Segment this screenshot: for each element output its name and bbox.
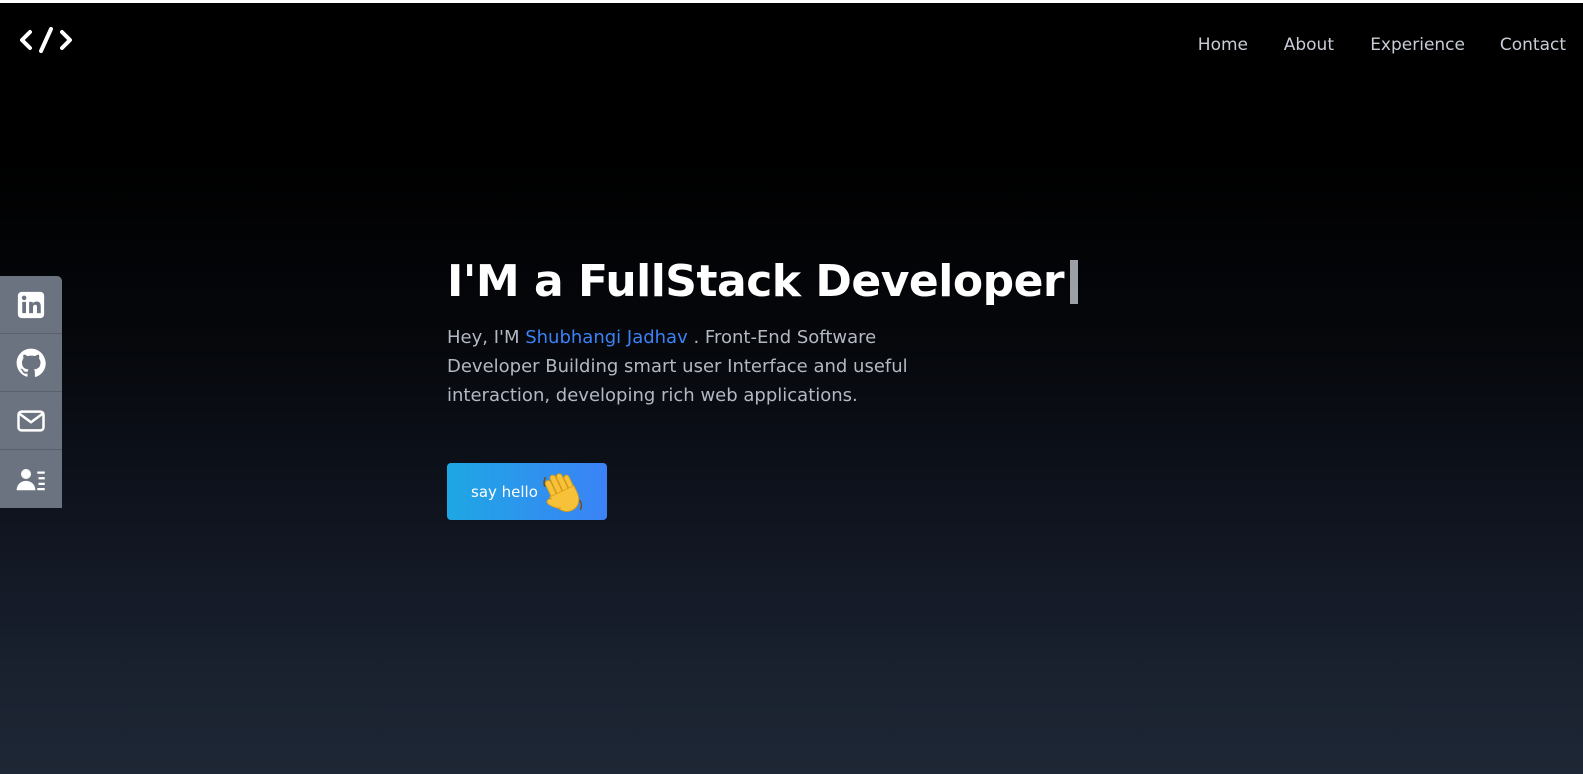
mail-icon	[17, 409, 45, 432]
developer-name: Shubhangi Jadhav	[525, 327, 688, 348]
hero-description: Hey, I'M Shubhangi Jadhav . Front-End So…	[447, 323, 915, 410]
code-brackets-icon[interactable]	[19, 25, 73, 55]
nav-experience[interactable]: Experience	[1370, 33, 1465, 57]
github-link[interactable]	[0, 334, 62, 392]
github-icon	[16, 348, 46, 377]
contact-card-icon	[16, 469, 45, 491]
social-sidebar	[0, 276, 62, 508]
say-hello-button[interactable]: say hello	[447, 463, 607, 520]
nav-contact[interactable]: Contact	[1500, 33, 1566, 57]
say-hello-label: say hello	[471, 482, 538, 501]
page: Home About Experience Contact I'M a Full…	[0, 3, 1583, 774]
linkedin-icon	[17, 291, 45, 318]
nav-about[interactable]: About	[1284, 33, 1334, 57]
waving-hand-icon	[543, 473, 583, 512]
intro-prefix: Hey, I'M	[447, 327, 526, 348]
hero-title: I'M a FullStack Developer	[447, 251, 1147, 313]
linkedin-link[interactable]	[0, 276, 62, 334]
typing-cursor	[1070, 260, 1079, 304]
nav-home[interactable]: Home	[1198, 33, 1248, 57]
hero-section: I'M a FullStack Developer Hey, I'M Shubh…	[447, 251, 1147, 410]
resume-link[interactable]	[0, 450, 62, 508]
mail-link[interactable]	[0, 392, 62, 450]
hero-title-text: I'M a FullStack Developer	[447, 256, 1065, 307]
